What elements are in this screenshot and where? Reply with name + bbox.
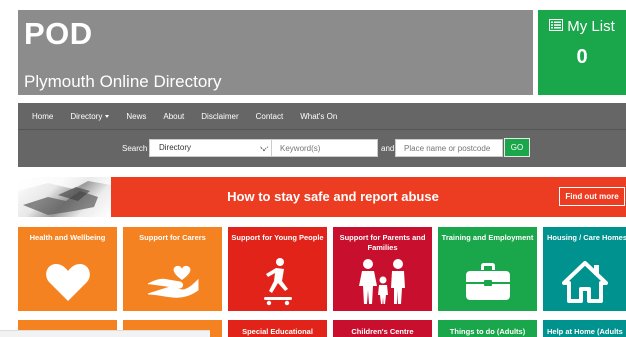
tile-training-employment[interactable]: Training and Employment: [438, 227, 537, 311]
tile-label: Children's Centre: [351, 327, 414, 336]
directory-select-value: Directory: [159, 143, 192, 152]
briefcase-icon: [438, 255, 537, 309]
my-list-label: My List: [567, 18, 615, 35]
nav-divider: [18, 129, 626, 130]
nav-directory[interactable]: Directory: [70, 112, 110, 121]
search-label: Search: [122, 144, 148, 153]
list-icon: [549, 18, 564, 35]
tile-label: Help at Home (Adults: [547, 327, 623, 336]
nav-whats-on[interactable]: What's On: [300, 112, 337, 121]
tile-label: Housing / Care Homes: [547, 233, 626, 242]
banner-text: How to stay safe and report abuse: [227, 189, 439, 204]
site-subtitle: Plymouth Online Directory: [24, 72, 222, 91]
banner-image: [18, 177, 111, 217]
directory-select[interactable]: Directory: [149, 139, 274, 157]
tile-health-wellbeing[interactable]: Health and Wellbeing: [18, 227, 117, 311]
safety-banner[interactable]: How to stay safe and report abuse Find o…: [18, 177, 626, 217]
my-list-button[interactable]: My List 0: [538, 10, 626, 95]
my-list-count: 0: [576, 46, 588, 68]
tile-support-parents-families[interactable]: Support for Parents and Families: [333, 227, 432, 311]
site-header: POD Plymouth Online Directory: [18, 10, 533, 95]
nav-about[interactable]: About: [163, 112, 184, 121]
nav-home[interactable]: Home: [32, 112, 53, 121]
tile-things-to-do-adults[interactable]: Things to do (Adults): [438, 320, 537, 337]
go-button[interactable]: GO: [504, 138, 530, 157]
tile-label: Support for Young People: [231, 233, 324, 242]
tile-support-carers[interactable]: Support for Carers: [123, 227, 222, 311]
tile-housing-care-homes[interactable]: Housing / Care Homes: [543, 227, 626, 311]
heart-icon: [18, 255, 117, 309]
tile-help-at-home-adults[interactable]: Help at Home (Adults: [543, 320, 626, 337]
tile-label: Training and Employment: [441, 233, 534, 242]
tile-childrens-centre[interactable]: Children's Centre: [333, 320, 432, 337]
tile-support-young-people[interactable]: Support for Young People: [228, 227, 327, 311]
tile-label: Health and Wellbeing: [29, 233, 106, 242]
family-icon: [333, 255, 432, 309]
nav-contact[interactable]: Contact: [256, 112, 284, 121]
tile-label: Support for Parents and Families: [339, 233, 426, 252]
find-out-more-button[interactable]: Find out more: [559, 187, 625, 206]
browser-status-bar: [0, 330, 210, 337]
house-icon: [543, 255, 626, 309]
navigation-bar: Home Directory News About Disclaimer Con…: [18, 103, 626, 167]
tile-special-educational[interactable]: Special Educational: [228, 320, 327, 337]
skateboarder-icon: [228, 255, 327, 309]
site-title[interactable]: POD: [24, 16, 93, 52]
tile-label: Things to do (Adults): [449, 327, 526, 336]
caret-down-icon: [105, 114, 110, 118]
tile-label: Support for Carers: [139, 233, 206, 242]
hand-icon: [123, 255, 222, 309]
nav-news[interactable]: News: [126, 112, 146, 121]
nav-disclaimer[interactable]: Disclaimer: [201, 112, 238, 121]
by-label: by: [259, 144, 268, 153]
and-label: and: [381, 144, 395, 153]
keyword-input[interactable]: [271, 139, 378, 157]
tile-label: Special Educational: [242, 327, 313, 336]
place-input[interactable]: [395, 139, 503, 157]
